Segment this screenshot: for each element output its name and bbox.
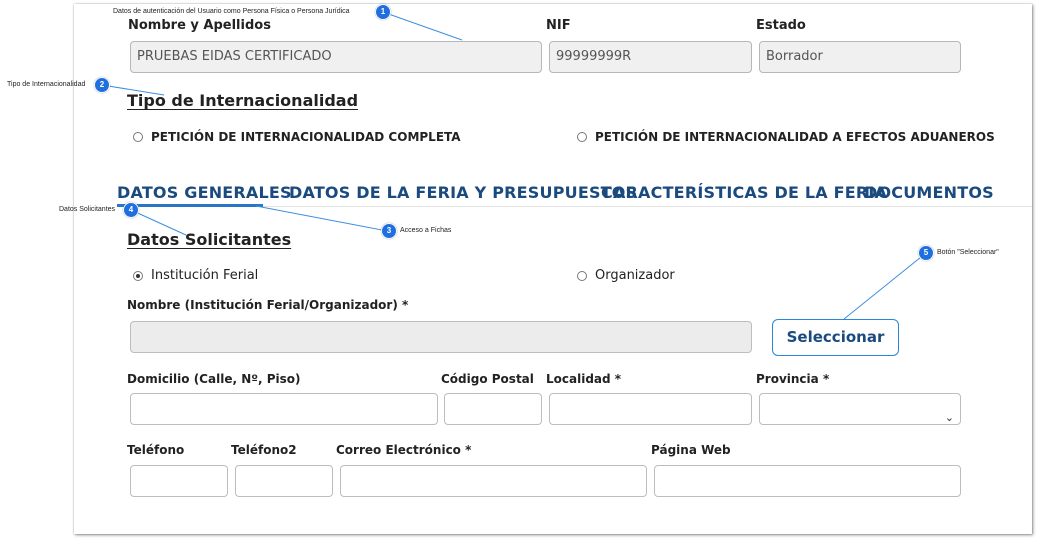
nif-field: 99999999R <box>549 41 752 73</box>
callout-4-text: Datos Solicitantes <box>59 206 116 213</box>
radio-circle[interactable] <box>577 132 587 142</box>
callout-2-badge: 2 <box>94 77 110 93</box>
radio-circle[interactable] <box>133 132 143 142</box>
callout-3-text: Acceso a Fichas <box>400 227 452 234</box>
radio-circle-checked[interactable] <box>133 270 143 281</box>
nif-label: NIF <box>546 18 571 33</box>
nombre-solicitante-label: Nombre (Institución Ferial/Organizador) … <box>127 298 409 312</box>
estado-label: Estado <box>756 18 806 33</box>
radio-label: Organizador <box>595 268 675 283</box>
chevron-down-icon: ⌄ <box>944 411 954 424</box>
provincia-select[interactable]: ⌄ <box>759 393 961 425</box>
name-label: Nombre y Apellidos <box>128 18 271 33</box>
correo-label: Correo Electrónico * <box>336 443 472 457</box>
callout-1-text: Datos de autenticación del Usuario como … <box>113 8 350 15</box>
tab-documentos[interactable]: DOCUMENTOS <box>864 183 994 202</box>
codigo-postal-input[interactable] <box>444 393 542 425</box>
radio-label: PETICIÓN DE INTERNACIONALIDAD A EFECTOS … <box>595 130 995 144</box>
radio-circle[interactable] <box>577 270 587 281</box>
radio-internacionalidad-aduaneros[interactable]: PETICIÓN DE INTERNACIONALIDAD A EFECTOS … <box>577 130 995 144</box>
telefono2-label: Teléfono2 <box>231 443 297 457</box>
telefono2-input[interactable] <box>235 465 333 497</box>
tab-datos-feria-presupuestos[interactable]: DATOS DE LA FERIA Y PRESUPUESTOS <box>289 183 637 202</box>
nombre-solicitante-field <box>130 321 752 353</box>
radio-internacionalidad-completa[interactable]: PETICIÓN DE INTERNACIONALIDAD COMPLETA <box>133 130 461 144</box>
internacionalidad-title: Tipo de Internacionalidad <box>127 91 359 110</box>
radio-label: PETICIÓN DE INTERNACIONALIDAD COMPLETA <box>151 130 461 144</box>
domicilio-input[interactable] <box>130 393 438 425</box>
web-input[interactable] <box>654 465 961 497</box>
radio-label: Institución Ferial <box>151 268 259 283</box>
callout-5-badge: 5 <box>918 245 934 261</box>
callout-4-badge: 4 <box>123 202 139 218</box>
name-field: PRUEBAS EIDAS CERTIFICADO <box>130 41 542 73</box>
tab-datos-generales[interactable]: DATOS GENERALES <box>117 183 292 202</box>
web-label: Página Web <box>651 443 731 457</box>
localidad-input[interactable] <box>549 393 752 425</box>
telefono-input[interactable] <box>130 465 228 497</box>
tabs-divider <box>263 206 1032 207</box>
callout-5-text: Botón "Seleccionar" <box>937 249 999 256</box>
provincia-label: Provincia * <box>756 372 830 386</box>
active-tab-indicator <box>117 204 263 207</box>
correo-input[interactable] <box>340 465 647 497</box>
codigo-postal-label: Código Postal <box>441 372 534 386</box>
localidad-label: Localidad * <box>546 372 622 386</box>
tab-caracteristicas-feria[interactable]: CARACTERÍSTICAS DE LA FERIA <box>601 183 887 202</box>
telefono-label: Teléfono <box>127 443 185 457</box>
callout-3-badge: 3 <box>381 223 397 239</box>
domicilio-label: Domicilio (Calle, Nº, Piso) <box>127 372 301 386</box>
seleccionar-button[interactable]: Seleccionar <box>772 319 899 356</box>
solicitantes-title: Datos Solicitantes <box>127 230 292 249</box>
callout-2-text: Tipo de Internacionalidad <box>7 81 86 88</box>
callout-1-badge: 1 <box>375 4 391 20</box>
radio-organizador[interactable]: Organizador <box>577 268 675 283</box>
estado-field: Borrador <box>759 41 961 73</box>
radio-institucion-ferial[interactable]: Institución Ferial <box>133 268 258 283</box>
